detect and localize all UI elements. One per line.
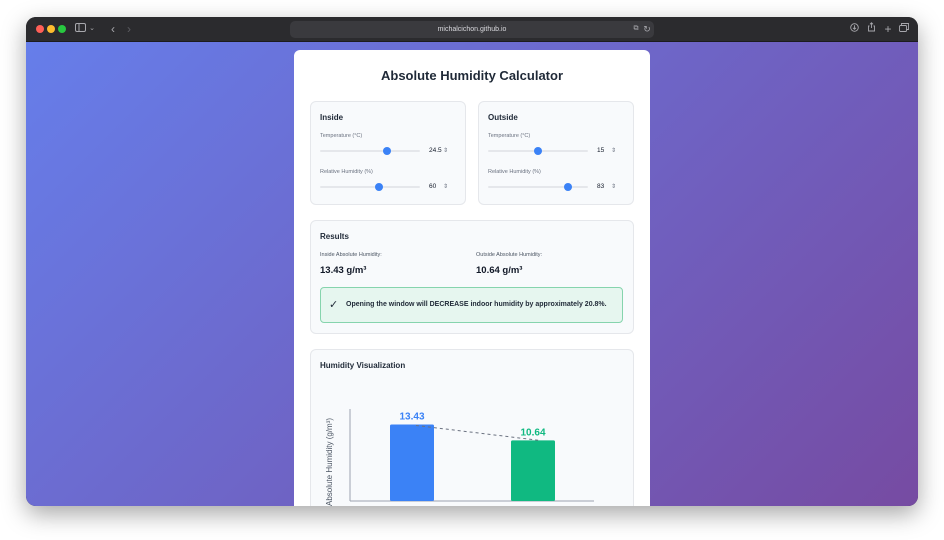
inside-humidity-label: Relative Humidity (%) [320,169,373,175]
outside-temperature-slider[interactable] [488,147,588,155]
minimize-window-button[interactable] [47,25,55,33]
inside-result-value: 13.43 g/m³ [320,265,367,276]
y-axis-label: Absolute Humidity (g/m³) [325,418,334,506]
outside-temperature-label: Temperature (°C) [488,133,531,139]
inside-panel: Inside Temperature (°C) 24.5 ⇕ Relative … [310,101,466,205]
inside-temperature-thumb[interactable] [383,147,391,155]
inside-humidity-value: 60 [429,183,437,190]
results-panel: Results Inside Absolute Humidity: 13.43 … [310,220,634,334]
reload-icon[interactable]: ↻ [642,21,652,37]
inside-temperature-slider[interactable] [320,147,420,155]
forward-arrow-icon[interactable]: › [124,21,134,37]
bar-outside [511,440,555,501]
sidebar-icon[interactable] [74,21,86,37]
outside-result-label: Outside Absolute Humidity: [476,252,543,258]
inside-temperature-label: Temperature (°C) [320,133,363,139]
outside-humidity-label: Relative Humidity (%) [488,169,541,175]
inside-temperature-value: 24.5 [429,147,442,154]
stepper-arrows-icon[interactable]: ⇕ [611,145,616,157]
new-tab-icon[interactable]: + [883,21,893,37]
stepper-arrows-icon[interactable]: ⇕ [611,181,616,193]
stepper-arrows-icon[interactable]: ⇕ [443,181,448,193]
bar-value-label-inside: 13.43 [399,411,424,422]
outside-result-value: 10.64 g/m³ [476,265,523,276]
url-text: michalcichon.github.io [437,26,507,33]
inside-humidity-slider[interactable] [320,183,420,191]
browser-window: ⌄ ‹ › michalcichon.github.io ⧉ ↻ + Absol… [26,17,918,506]
checkmark-icon: ✓ [329,299,339,311]
visualization-panel: Humidity Visualization Absolute Humidity… [310,349,634,506]
chevron-down-icon[interactable]: ⌄ [88,21,96,37]
stepper-arrows-icon[interactable]: ⇕ [443,145,448,157]
recommendation-notice: ✓ Opening the window will DECREASE indoo… [320,287,623,323]
outside-humidity-value: 83 [597,183,605,190]
outside-temperature-input[interactable]: 15 ⇕ [592,145,622,157]
outside-panel: Outside Temperature (°C) 15 ⇕ Relative H… [478,101,634,205]
translate-icon[interactable]: ⧉ [630,21,642,37]
address-bar[interactable]: michalcichon.github.io [290,21,654,38]
inside-humidity-thumb[interactable] [375,183,383,191]
share-icon[interactable] [865,21,877,37]
outside-temperature-thumb[interactable] [534,147,542,155]
recommendation-text: Opening the window will DECREASE indoor … [346,301,607,308]
browser-toolbar: ⌄ ‹ › michalcichon.github.io ⧉ ↻ + [26,17,918,42]
outside-temperature-value: 15 [597,147,605,154]
outside-humidity-input[interactable]: 83 ⇕ [592,181,622,193]
inside-result-label: Inside Absolute Humidity: [320,252,382,258]
close-window-button[interactable] [36,25,44,33]
inside-temperature-input[interactable]: 24.5 ⇕ [424,145,454,157]
outside-humidity-slider[interactable] [488,183,588,191]
page-title: Absolute Humidity Calculator [380,68,564,83]
humidity-chart: Absolute Humidity (g/m³) 13.43 10.64 [325,409,594,506]
back-arrow-icon[interactable]: ‹ [108,21,118,37]
calculator-card: Absolute Humidity Calculator Inside Temp… [294,50,650,506]
outside-title: Outside [488,113,518,122]
page-viewport: Absolute Humidity Calculator Inside Temp… [26,42,918,506]
outside-humidity-thumb[interactable] [564,183,572,191]
bar-value-label-outside: 10.64 [520,427,545,438]
zoom-window-button[interactable] [58,25,66,33]
inside-humidity-input[interactable]: 60 ⇕ [424,181,454,193]
tab-overview-icon[interactable] [898,21,910,37]
inside-title: Inside [320,113,344,122]
bar-inside [390,424,434,501]
results-title: Results [320,232,349,241]
download-icon[interactable] [848,21,860,37]
